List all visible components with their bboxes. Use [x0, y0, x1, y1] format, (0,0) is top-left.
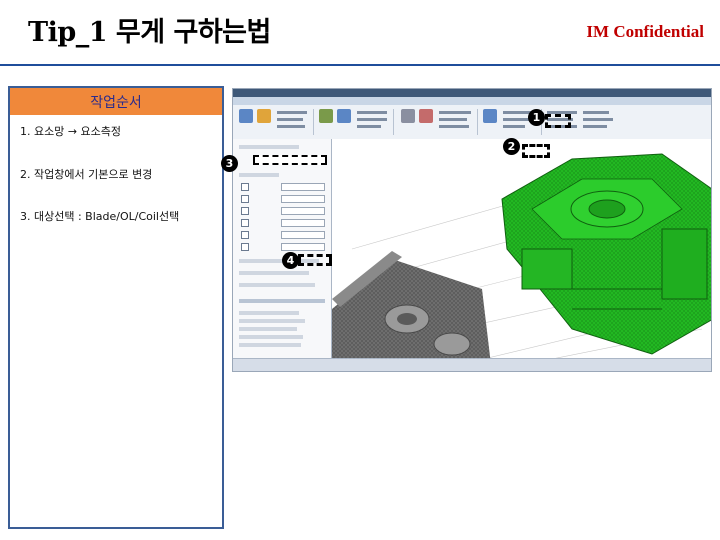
- highlight-box-4: [298, 254, 332, 266]
- work-order-panel: 작업순서 1. 요소망 → 요소측정 2. 작업창에서 기본으로 변경 3. 대…: [8, 86, 224, 529]
- gray-mesh-part: [332, 251, 492, 371]
- tool-icon: [319, 109, 333, 123]
- status-bar: [233, 358, 711, 371]
- highlight-box-1: [545, 114, 571, 128]
- step-2: 2. 작업창에서 기본으로 변경: [20, 168, 153, 181]
- tool-icon: [337, 109, 351, 123]
- confidential-label: IM Confidential: [586, 22, 704, 41]
- work-order-heading: 작업순서: [10, 88, 222, 115]
- marker-4: 4: [282, 252, 299, 269]
- title-divider: [0, 64, 720, 66]
- tool-icon: [257, 109, 271, 123]
- step-1: 1. 요소망 → 요소측정: [20, 125, 122, 138]
- marker-3: 3: [221, 155, 238, 172]
- mesh-model-view: [332, 153, 711, 371]
- step-3: 3. 대상선택 : Blade/OL/Coil선택: [20, 210, 180, 223]
- page-title: Tip_1 무게 구하는법: [28, 17, 271, 48]
- tool-icon: [483, 109, 497, 123]
- tool-icon: [239, 109, 253, 123]
- tool-icon: [419, 109, 433, 123]
- highlight-box-2: [522, 144, 550, 158]
- marker-2: 2: [503, 138, 520, 155]
- tool-icon: [401, 109, 415, 123]
- 3d-viewport[interactable]: [332, 139, 711, 371]
- ribbon-tabs: [233, 97, 711, 105]
- software-screenshot: [232, 88, 712, 372]
- green-mesh-part: [501, 153, 711, 355]
- ribbon-toolbar: [233, 105, 711, 140]
- title-bar: [233, 89, 711, 97]
- marker-1: 1: [528, 109, 545, 126]
